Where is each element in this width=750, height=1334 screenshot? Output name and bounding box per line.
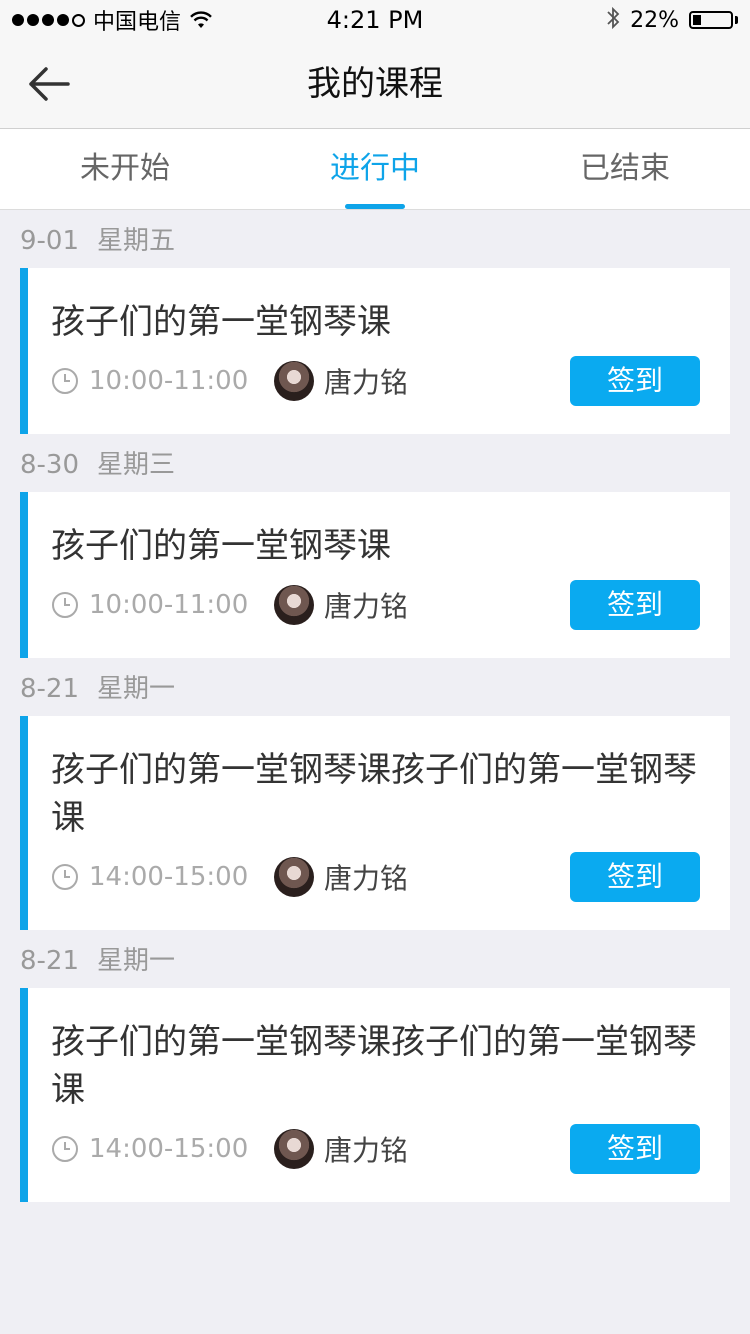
tab-label: 已结束 (580, 151, 670, 186)
course-title: 孩子们的第一堂钢琴课孩子们的第一堂钢琴课 (51, 1022, 697, 1110)
date-header: 8-21 星期一 (0, 658, 750, 716)
page-title: 我的课程 (307, 64, 443, 104)
date-text: 8-21 (20, 674, 80, 704)
course-card[interactable]: 孩子们的第一堂钢琴课 10:00-11:00 唐力铭 签到 (20, 268, 730, 434)
course-card[interactable]: 孩子们的第一堂钢琴课孩子们的第一堂钢琴课 14:00-15:00 唐力铭 签到 (20, 988, 730, 1202)
weekday-text: 星期一 (97, 946, 176, 976)
date-text: 8-21 (20, 946, 80, 976)
teacher-name: 唐力铭 (324, 862, 409, 895)
teacher-avatar (274, 361, 314, 401)
course-time: 10:00-11:00 (89, 590, 249, 620)
course-meta: 10:00-11:00 唐力铭 签到 (51, 580, 700, 630)
course-meta: 14:00-15:00 唐力铭 签到 (51, 1124, 700, 1174)
teacher-avatar (274, 1129, 314, 1169)
check-in-button[interactable]: 签到 (570, 852, 700, 902)
course-meta: 14:00-15:00 唐力铭 签到 (51, 852, 700, 902)
status-bar: 中国电信 4:21 PM 22% (0, 0, 750, 40)
weekday-text: 星期一 (97, 674, 176, 704)
battery-cap (735, 16, 738, 24)
back-arrow-icon (29, 67, 70, 101)
tab-bar: 未开始 进行中 已结束 (0, 129, 750, 210)
clock-icon (51, 1135, 79, 1163)
check-in-button[interactable]: 签到 (570, 580, 700, 630)
course-title: 孩子们的第一堂钢琴课孩子们的第一堂钢琴课 (51, 750, 697, 838)
course-card[interactable]: 孩子们的第一堂钢琴课孩子们的第一堂钢琴课 14:00-15:00 唐力铭 签到 (20, 716, 730, 930)
clock-icon (51, 863, 79, 891)
clock-icon (51, 591, 79, 619)
teacher-name: 唐力铭 (324, 366, 409, 399)
status-right: 22% (606, 6, 738, 34)
teacher-avatar (274, 585, 314, 625)
clock-icon (51, 367, 79, 395)
date-header: 9-01 星期五 (0, 210, 750, 268)
date-header: 8-30 星期三 (0, 434, 750, 492)
course-list: 9-01 星期五 孩子们的第一堂钢琴课 10:00-11:00 唐力铭 签到 8-… (0, 210, 750, 1202)
back-button[interactable] (20, 60, 76, 108)
course-card[interactable]: 孩子们的第一堂钢琴课 10:00-11:00 唐力铭 签到 (20, 492, 730, 658)
course-time: 10:00-11:00 (89, 366, 249, 396)
nav-bar: 我的课程 (0, 40, 750, 129)
tab-not-started[interactable]: 未开始 (0, 129, 250, 209)
battery-percent: 22% (630, 7, 679, 33)
date-header: 8-21 星期一 (0, 930, 750, 988)
tab-label: 进行中 (330, 151, 420, 186)
date-text: 9-01 (20, 226, 80, 256)
course-meta: 10:00-11:00 唐力铭 签到 (51, 356, 700, 406)
check-in-button[interactable]: 签到 (570, 1124, 700, 1174)
weekday-text: 星期五 (97, 226, 176, 256)
date-text: 8-30 (20, 450, 80, 480)
tab-label: 未开始 (80, 151, 170, 186)
course-time: 14:00-15:00 (89, 862, 249, 892)
teacher-avatar (274, 857, 314, 897)
course-title: 孩子们的第一堂钢琴课 (51, 526, 391, 566)
check-in-button[interactable]: 签到 (570, 356, 700, 406)
teacher-name: 唐力铭 (324, 590, 409, 623)
course-title: 孩子们的第一堂钢琴课 (51, 302, 391, 342)
tab-finished[interactable]: 已结束 (500, 129, 750, 209)
battery-icon (689, 11, 733, 29)
bluetooth-icon (606, 6, 620, 34)
course-time: 14:00-15:00 (89, 1134, 249, 1164)
teacher-name: 唐力铭 (324, 1134, 409, 1167)
weekday-text: 星期三 (97, 450, 176, 480)
tab-in-progress[interactable]: 进行中 (250, 129, 500, 209)
tab-active-indicator (345, 204, 405, 209)
